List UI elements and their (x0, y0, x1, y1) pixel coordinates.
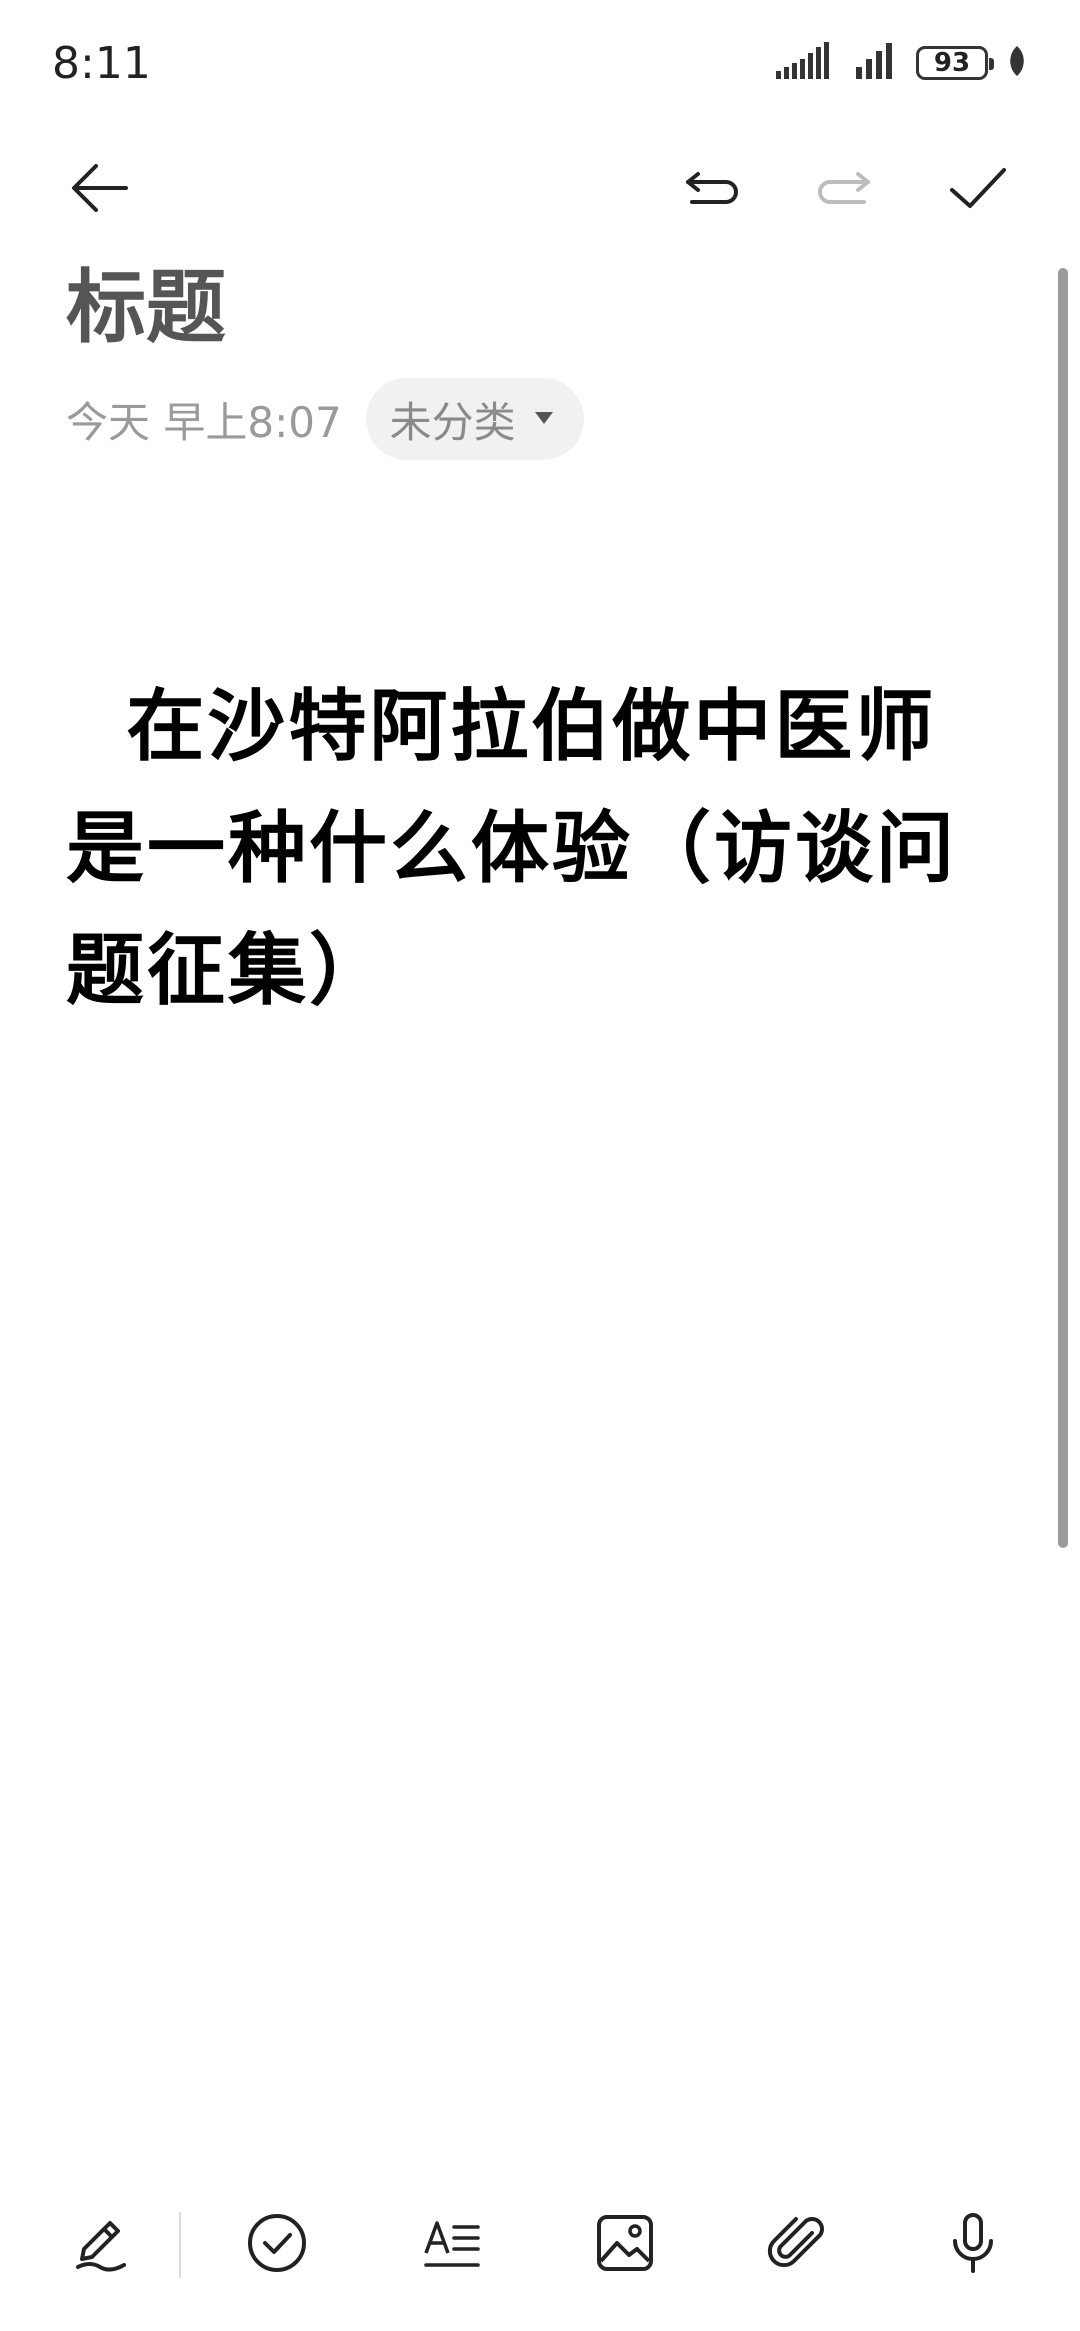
editor-toolbar (0, 150, 1080, 230)
text-format-button[interactable] (407, 2200, 497, 2290)
redo-button[interactable] (804, 150, 884, 230)
leaf-icon (1006, 44, 1028, 82)
battery-icon: 93 (916, 46, 994, 80)
checklist-icon (245, 2211, 309, 2279)
checkmark-icon (946, 156, 1010, 224)
back-arrow-icon (68, 156, 132, 224)
scrollbar[interactable] (1058, 268, 1068, 1548)
category-label: 未分类 (389, 397, 516, 447)
bottom-toolbar (0, 2200, 1080, 2290)
status-icons: 93 (774, 40, 1028, 86)
status-time: 8:11 (52, 38, 151, 89)
done-button[interactable] (938, 150, 1018, 230)
note-title[interactable]: 标题 (66, 268, 226, 348)
toolbar-divider (179, 2212, 181, 2278)
dropdown-triangle-icon (534, 410, 554, 429)
note-meta: 今天 早上8:07 未分类 (66, 378, 584, 460)
checklist-button[interactable] (232, 2200, 322, 2290)
insert-image-button[interactable] (580, 2200, 670, 2290)
attachment-button[interactable] (753, 2200, 843, 2290)
pen-icon (70, 2211, 134, 2279)
voice-input-button[interactable] (928, 2200, 1018, 2290)
text-format-icon (420, 2211, 484, 2279)
redo-icon (812, 156, 876, 224)
note-body-text[interactable]: 在沙特阿拉伯做中医师是一种什么体验（访谈问题征集） (66, 666, 1016, 1032)
undo-button[interactable] (672, 150, 752, 230)
category-dropdown[interactable]: 未分类 (365, 378, 584, 460)
microphone-icon (941, 2211, 1005, 2279)
signal-icon (854, 41, 898, 85)
image-icon (593, 2211, 657, 2279)
note-date: 今天 早上8:07 (66, 397, 342, 447)
back-button[interactable] (60, 150, 140, 230)
attachment-icon (766, 2211, 830, 2279)
battery-level: 93 (933, 48, 971, 78)
handwriting-button[interactable] (57, 2200, 147, 2290)
status-bar: 8:11 93 (0, 0, 1080, 126)
signal-icon (774, 41, 836, 85)
undo-icon (680, 156, 744, 224)
